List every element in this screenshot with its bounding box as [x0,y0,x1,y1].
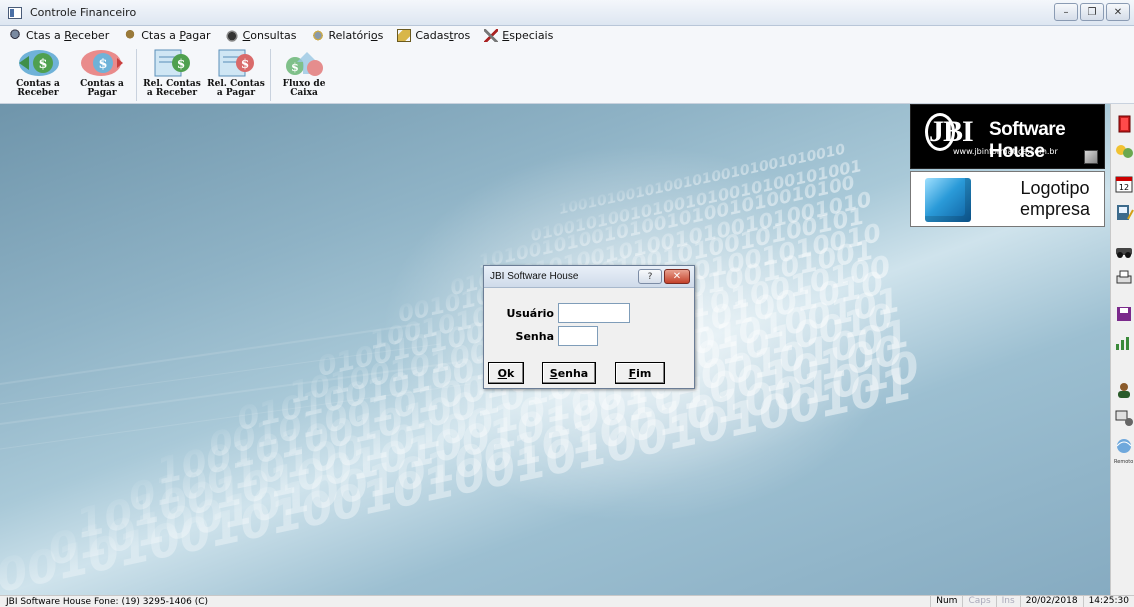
vehicle-icon[interactable] [1114,240,1134,260]
dialog-close-button[interactable]: ✕ [664,269,690,284]
senha-button[interactable]: Senha [542,362,596,384]
money-pay-icon [123,29,138,42]
contas-pagar-button[interactable]: $ Contas a Pagar [70,48,134,102]
toolbar-group-accounts: $ Contas a Receber $ Contas a Pagar [6,48,134,102]
menu-label: Relatórios [328,29,384,42]
svg-text:$: $ [177,57,185,71]
status-caps: Caps [962,595,995,607]
status-time: 14:25:30 [1082,595,1134,607]
exit-door-icon[interactable] [1114,114,1134,134]
fim-button[interactable]: Fim [615,362,665,384]
registry-icon [397,29,412,42]
contas-receber-button[interactable]: $ Contas a Receber [6,48,70,102]
binoculars-icon [224,29,239,42]
svg-text:$: $ [38,57,47,72]
report-receive-icon: $ [149,48,195,78]
menu-ctas-pagar[interactable]: Ctas a Pagar [123,29,211,42]
logo-url: www.jbinformatica.com.br [953,147,1058,156]
jbi-logo: JBI Software House www.jbinformatica.com… [910,104,1105,169]
printer-icon[interactable] [1114,268,1134,288]
menu-label: Ctas a Receber [26,29,110,42]
close-button[interactable]: ✕ [1106,3,1130,21]
status-num: Num [930,595,962,607]
svg-text:$: $ [241,57,249,71]
fluxo-caixa-button[interactable]: $ Fluxo de Caixa [272,48,336,102]
maximize-button[interactable]: ❐ [1080,3,1104,21]
menu-label: Consultas [242,29,297,42]
report-pay-icon: $ [213,48,259,78]
cashflow-icon: $ [281,48,327,78]
money-pay-icon: $ [79,48,125,78]
menu-label: Cadastros [415,29,471,42]
chart-icon[interactable] [1114,332,1134,352]
password-label: Senha [515,329,554,343]
toolbar-separator [136,49,137,101]
money-receive-icon: $ [15,48,61,78]
reports-icon [310,29,325,42]
cube-icon [925,178,971,222]
window-title: Controle Financeiro [30,6,137,19]
svg-text:$: $ [291,61,299,74]
toolbar: $ Contas a Receber $ Contas a Pagar $ Re… [0,45,1134,104]
calendar-icon[interactable]: 12 [1114,174,1134,194]
remote-label: Remoto [1114,459,1134,465]
app-icon [8,6,22,19]
map-icon[interactable] [1114,140,1134,160]
binary-digits: 1001010010100101001010010100100100101001… [0,141,924,595]
login-dialog: JBI Software House ? ✕ Usuário Senha Ok … [483,265,695,389]
menu-cadastros[interactable]: Cadastros [397,29,470,42]
company-logo-text: Logotipo empresa [1019,178,1091,219]
menu-label: Ctas a Pagar [141,29,211,42]
status-company-phone: JBI Software House Fone: (19) 3295-1406 … [6,596,208,607]
logo-letters: JBI [929,115,974,148]
dialog-title-bar: JBI Software House ? ✕ [484,266,694,288]
workstation-icon[interactable] [1114,408,1134,428]
tools-icon [484,29,499,42]
svg-text:$: $ [98,57,107,72]
user-row: Usuário [496,303,630,323]
password-row: Senha [496,326,598,346]
window-controls: – ❐ ✕ [1054,3,1130,21]
user-label: Usuário [506,306,555,320]
rel-contas-pagar-button[interactable]: $ Rel. Contas a Pagar [204,48,268,102]
user-input[interactable] [558,303,630,323]
svg-text:12: 12 [1119,183,1129,192]
menu-relatorios[interactable]: Relatórios [310,29,384,42]
toolbar-separator [270,49,271,101]
save-disk-icon[interactable] [1114,304,1134,324]
right-sidebar: 12 Remoto [1110,104,1134,595]
notes-icon[interactable] [1114,202,1134,222]
toolbar-group-cashflow: $ Fluxo de Caixa [272,48,336,102]
user-icon[interactable] [1114,380,1134,400]
menu-bar: Ctas a Receber Ctas a Pagar Consultas Re… [0,26,1134,45]
rel-contas-receber-button[interactable]: $ Rel. Contas a Receber [140,48,204,102]
menu-consultas[interactable]: Consultas [224,29,297,42]
minimize-button[interactable]: – [1054,3,1078,21]
ok-button[interactable]: Ok [488,362,524,384]
help-button[interactable]: ? [638,269,662,284]
toolbar-group-reports: $ Rel. Contas a Receber $ Rel. Contas a Pa… [140,48,268,102]
dialog-title: JBI Software House [490,271,579,282]
status-ins: Ins [995,595,1020,607]
logo-settings-icon[interactable] [1084,150,1098,164]
password-input[interactable] [558,326,598,346]
menu-label: Especiais [502,29,554,42]
menu-ctas-receber[interactable]: Ctas a Receber [8,29,109,42]
money-receive-icon [8,29,22,42]
status-date: 20/02/2018 [1019,595,1083,607]
remote-icon[interactable] [1114,436,1134,456]
status-bar: JBI Software House Fone: (19) 3295-1406 … [0,595,1134,607]
menu-especiais[interactable]: Especiais [484,29,553,42]
title-bar: Controle Financeiro – ❐ ✕ [0,0,1134,26]
company-logo: Logotipo empresa [910,171,1105,227]
